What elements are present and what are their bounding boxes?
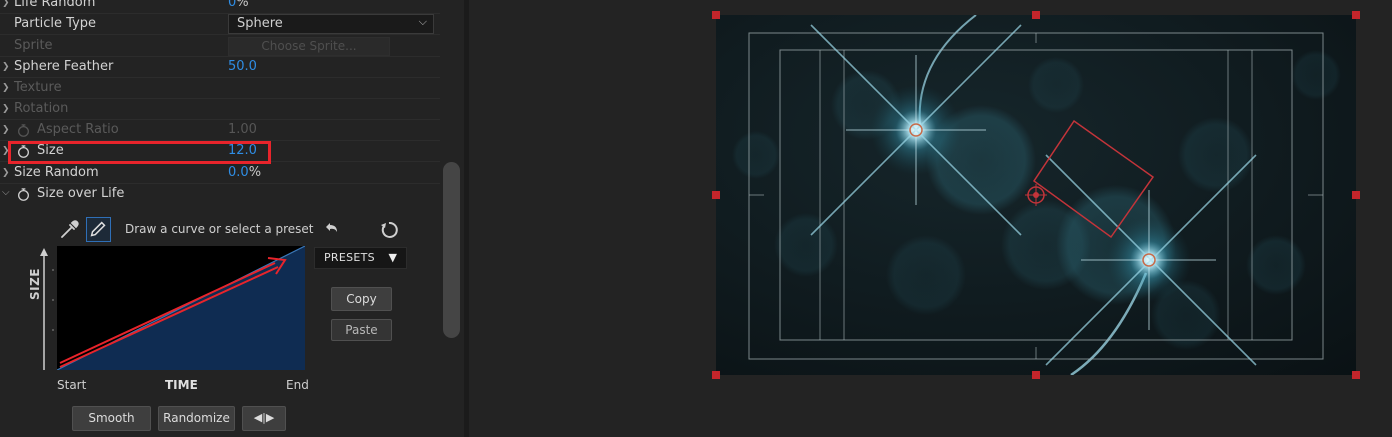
flip-curve-button[interactable]: ◀|▶: [242, 406, 286, 431]
property-row-aspect-ratio[interactable]: ❯ Aspect Ratio 1.00: [0, 120, 440, 141]
transform-handle-bottom[interactable]: [1032, 371, 1040, 379]
size-highlight-box: [8, 141, 271, 164]
time-start-label: Start: [57, 378, 87, 392]
property-label: Sprite: [14, 38, 53, 53]
reset-icon[interactable]: [378, 219, 400, 241]
property-row-rotation[interactable]: ❯ Rotation: [0, 99, 440, 120]
pencil-icon: [90, 221, 106, 237]
scrollbar-thumb[interactable]: [443, 162, 460, 338]
expand-chevron-icon[interactable]: ❯: [2, 123, 10, 137]
undo-icon[interactable]: [322, 220, 340, 238]
property-label: Sphere Feather: [14, 59, 114, 74]
size-curve-graph[interactable]: [57, 246, 305, 370]
collapse-chevron-icon[interactable]: ⌵: [2, 186, 10, 200]
property-label: Size Random: [14, 165, 99, 180]
triangle-down-icon: ▼: [388, 251, 397, 264]
property-row-size-random[interactable]: ❯ Size Random 0.0%: [0, 163, 440, 184]
transform-handle-top-right[interactable]: [1352, 11, 1360, 19]
property-row-size-over-life[interactable]: ⌵ Size over Life: [0, 184, 440, 205]
size-random-value[interactable]: 0.0%: [228, 165, 261, 181]
particle-type-dropdown[interactable]: Sphere ⌵: [228, 14, 434, 34]
copy-button[interactable]: Copy: [331, 287, 392, 311]
aspect-ratio-value: 1.00: [228, 122, 257, 137]
randomize-button[interactable]: Randomize: [158, 406, 235, 431]
presets-label: PRESETS: [324, 251, 375, 264]
expand-chevron-icon[interactable]: ❯: [2, 60, 10, 74]
transform-handle-bottom-right[interactable]: [1352, 371, 1360, 379]
composition-canvas[interactable]: [716, 14, 1356, 377]
transform-handle-bottom-left[interactable]: [712, 371, 720, 379]
size-curve-svg: [57, 246, 305, 370]
property-label: Aspect Ratio: [37, 122, 119, 137]
property-label: Life Random: [14, 0, 96, 10]
life-random-value[interactable]: 0%: [228, 0, 249, 11]
choose-sprite-button[interactable]: Choose Sprite...: [228, 37, 390, 56]
transform-handle-right[interactable]: [1352, 191, 1360, 199]
stopwatch-icon[interactable]: [17, 188, 30, 201]
expand-chevron-icon[interactable]: ❯: [2, 166, 10, 180]
property-row-life-random[interactable]: ❯ Life Random 0%: [0, 0, 440, 14]
particle-preview: [716, 14, 1356, 377]
smooth-button[interactable]: Smooth: [72, 406, 151, 431]
expand-chevron-icon[interactable]: ❯: [2, 0, 10, 10]
transform-handle-top-left[interactable]: [712, 11, 720, 19]
property-label: Rotation: [14, 101, 69, 116]
dropdown-selected-value: Sphere: [237, 16, 283, 31]
sphere-feather-value[interactable]: 50.0: [228, 59, 257, 75]
size-axis-label: SIZE: [28, 267, 42, 300]
property-label: Size over Life: [37, 186, 125, 201]
property-label: Texture: [14, 80, 62, 95]
property-label: Particle Type: [14, 16, 97, 31]
pencil-tool-button[interactable]: [86, 217, 111, 242]
property-row-sphere-feather[interactable]: ❯ Sphere Feather 50.0: [0, 57, 440, 78]
chevron-down-icon: ⌵: [418, 15, 427, 28]
expand-chevron-icon[interactable]: ❯: [2, 81, 10, 95]
curve-hint-text: Draw a curve or select a preset: [125, 222, 314, 236]
time-axis-label: TIME: [165, 378, 198, 392]
stopwatch-icon[interactable]: [17, 124, 30, 137]
transform-handle-left[interactable]: [712, 191, 720, 199]
effect-controls-panel: ❯ Life Random 0% Particle Type Sphere ⌵ …: [0, 0, 440, 437]
time-end-label: End: [286, 378, 309, 392]
eyedropper-icon[interactable]: [58, 219, 80, 241]
transform-handle-top[interactable]: [1032, 11, 1040, 19]
property-row-texture[interactable]: ❯ Texture: [0, 78, 440, 99]
paste-button[interactable]: Paste: [331, 319, 392, 341]
size-axis-arrow: [40, 248, 54, 370]
expand-chevron-icon[interactable]: ❯: [2, 102, 10, 116]
presets-dropdown[interactable]: PRESETS ▼: [314, 247, 407, 269]
